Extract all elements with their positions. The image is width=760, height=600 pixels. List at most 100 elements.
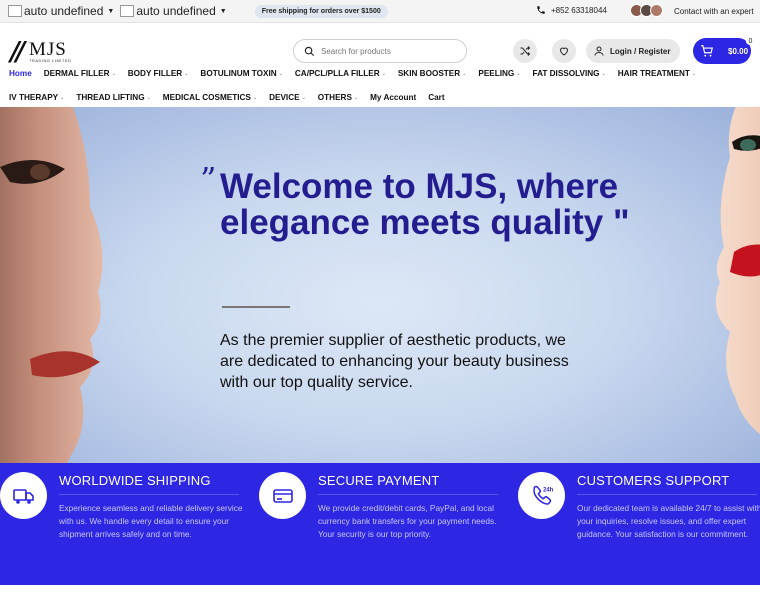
nav-item-label[interactable]: PEELING — [478, 69, 514, 78]
language-switcher[interactable]: auto undefined ▼ auto undefined ▼ — [8, 4, 233, 18]
main-nav-row-1: Home DERMAL FILLER ⌄ BODY FILLER ⌄ BOTULINUM … — [9, 69, 708, 78]
logo-name: MJS — [29, 39, 67, 60]
search-input[interactable] — [321, 46, 451, 56]
feature-divider — [318, 494, 498, 495]
nav-item-iv-therapy[interactable]: IV THERAPY ⌄ — [9, 93, 64, 102]
quote-mark: ” — [200, 160, 217, 198]
nav-item-label[interactable]: Cart — [428, 93, 444, 102]
phone-link[interactable]: +852 63318044 — [536, 5, 607, 15]
model-face-left-image — [0, 107, 103, 463]
chevron-down-icon[interactable]: ⌄ — [112, 71, 116, 77]
chevron-down-icon[interactable]: ⌄ — [602, 71, 606, 77]
credit-card-icon — [272, 488, 293, 503]
shuffle-icon — [520, 46, 531, 56]
nav-item-label[interactable]: SKIN BOOSTER — [398, 69, 460, 78]
site-logo[interactable]: // MJS TRADING LIMITED — [10, 37, 71, 67]
nav-item-medical-cosmetics[interactable]: MEDICAL COSMETICS ⌄ — [163, 93, 257, 102]
nav-item-thread-lifting[interactable]: THREAD LIFTING ⌄ — [76, 93, 150, 102]
chevron-down-icon[interactable]: ▼ — [107, 8, 114, 15]
feature-description: Our dedicated team is available 24/7 to … — [577, 503, 760, 539]
chevron-down-icon[interactable]: ⌄ — [184, 71, 188, 77]
feature-title: WORLDWIDE SHIPPING — [59, 473, 211, 488]
phone-icon — [537, 6, 545, 14]
cart-icon — [701, 45, 713, 57]
nav-item-label[interactable]: THREAD LIFTING — [76, 93, 144, 102]
nav-item-label[interactable]: BODY FILLER — [128, 69, 182, 78]
page-bottom-strip — [0, 585, 760, 600]
chevron-down-icon[interactable]: ⌄ — [253, 95, 257, 101]
nav-item-cart[interactable]: Cart — [428, 93, 444, 102]
nav-item-label[interactable]: DEVICE — [269, 93, 299, 102]
hero-divider — [222, 306, 290, 308]
feature-secure-payment: SECURE PAYMENT We provide credit/debit c… — [259, 463, 499, 585]
nav-item-others[interactable]: OTHERS ⌄ — [318, 93, 358, 102]
chevron-down-icon[interactable]: ⌄ — [692, 71, 696, 77]
language-label-2[interactable]: auto undefined — [136, 4, 215, 18]
nav-item-label[interactable]: HAIR TREATMENT — [618, 69, 690, 78]
nav-item-label[interactable]: BOTULINUM TOXIN — [200, 69, 276, 78]
feature-customer-support: 24h CUSTOMERS SUPPORT Our dedicated team… — [518, 463, 760, 585]
phone-number[interactable]: +852 63318044 — [551, 6, 607, 15]
contact-expert-link[interactable]: Contact with an expert — [674, 7, 754, 16]
chevron-down-icon[interactable]: ⌄ — [60, 95, 64, 101]
language-label-1[interactable]: auto undefined — [24, 4, 103, 18]
nav-item-botulinum-toxin[interactable]: BOTULINUM TOXIN ⌄ — [200, 69, 282, 78]
user-icon — [594, 46, 604, 56]
nav-item-ca-pcl-plla-filler[interactable]: CA/PCL/PLLA FILLER ⌄ — [295, 69, 386, 78]
model-face-right-image — [715, 107, 760, 435]
nav-item-label[interactable]: CA/PCL/PLLA FILLER — [295, 69, 380, 78]
cart-button[interactable]: $0.00 — [693, 38, 751, 64]
nav-item-skin-booster[interactable]: SKIN BOOSTER ⌄ — [398, 69, 467, 78]
nav-item-label[interactable]: OTHERS — [318, 93, 352, 102]
cart-amount[interactable]: $0.00 — [728, 47, 748, 56]
nav-item-label[interactable]: Home — [9, 69, 32, 78]
truck-icon — [12, 488, 34, 504]
site-header: // MJS TRADING LIMITED Login / Register … — [0, 23, 760, 107]
logo-mark-icon: // — [10, 37, 25, 67]
heart-icon — [559, 47, 569, 56]
nav-item-fat-dissolving[interactable]: FAT DISSOLVING ⌄ — [533, 69, 606, 78]
chevron-down-icon[interactable]: ⌄ — [302, 95, 306, 101]
chevron-down-icon[interactable]: ⌄ — [354, 95, 358, 101]
login-register-button[interactable]: Login / Register — [586, 39, 681, 63]
nav-item-peeling[interactable]: PEELING ⌄ — [478, 69, 520, 78]
feature-divider — [577, 494, 757, 495]
chevron-down-icon[interactable]: ⌄ — [147, 95, 151, 101]
chevron-down-icon[interactable]: ⌄ — [516, 71, 520, 77]
nav-item-device[interactable]: DEVICE ⌄ — [269, 93, 306, 102]
hero-headline: Welcome to MJS, where elegance meets qua… — [220, 167, 630, 242]
svg-text:24h: 24h — [543, 487, 554, 493]
feature-worldwide-shipping: WORLDWIDE SHIPPING Experience seamless a… — [0, 463, 243, 585]
feature-title: CUSTOMERS SUPPORT — [577, 473, 730, 488]
chevron-down-icon[interactable]: ▼ — [220, 8, 227, 15]
logo-subtitle: TRADING LIMITED — [29, 58, 72, 63]
feature-divider — [59, 494, 239, 495]
search-box[interactable] — [293, 39, 467, 63]
login-label[interactable]: Login / Register — [610, 47, 670, 56]
nav-item-label[interactable]: My Account — [370, 93, 416, 102]
nav-item-label[interactable]: IV THERAPY — [9, 93, 58, 102]
chevron-down-icon[interactable]: ⌄ — [462, 71, 466, 77]
flag-image-icon — [8, 5, 22, 17]
nav-item-home[interactable]: Home — [9, 69, 32, 78]
nav-item-my-account[interactable]: My Account — [370, 93, 416, 102]
nav-item-dermal-filler[interactable]: DERMAL FILLER ⌄ — [44, 69, 116, 78]
main-nav-row-2: IV THERAPY ⌄ THREAD LIFTING ⌄ MEDICAL COSMET… — [9, 93, 457, 102]
hero-subtext: As the premier supplier of aesthetic pro… — [220, 332, 569, 391]
wishlist-button[interactable] — [552, 39, 576, 63]
chevron-down-icon[interactable]: ⌄ — [382, 71, 386, 77]
chevron-down-icon[interactable]: ⌄ — [279, 71, 283, 77]
feature-title: SECURE PAYMENT — [318, 473, 440, 488]
support-24h-icon: 24h — [532, 485, 554, 505]
features-bar: WORLDWIDE SHIPPING Experience seamless a… — [0, 463, 760, 585]
nav-item-label[interactable]: FAT DISSOLVING — [533, 69, 600, 78]
search-icon[interactable] — [304, 46, 315, 57]
nav-item-hair-treatment[interactable]: HAIR TREATMENT ⌄ — [618, 69, 696, 78]
nav-item-label[interactable]: MEDICAL COSMETICS — [163, 93, 251, 102]
nav-item-body-filler[interactable]: BODY FILLER ⌄ — [128, 69, 189, 78]
feature-icon-circle — [0, 472, 47, 519]
expert-avatars — [630, 4, 663, 17]
compare-button[interactable] — [513, 39, 537, 63]
nav-item-label[interactable]: DERMAL FILLER — [44, 69, 110, 78]
feature-icon-circle: 24h — [518, 472, 565, 519]
